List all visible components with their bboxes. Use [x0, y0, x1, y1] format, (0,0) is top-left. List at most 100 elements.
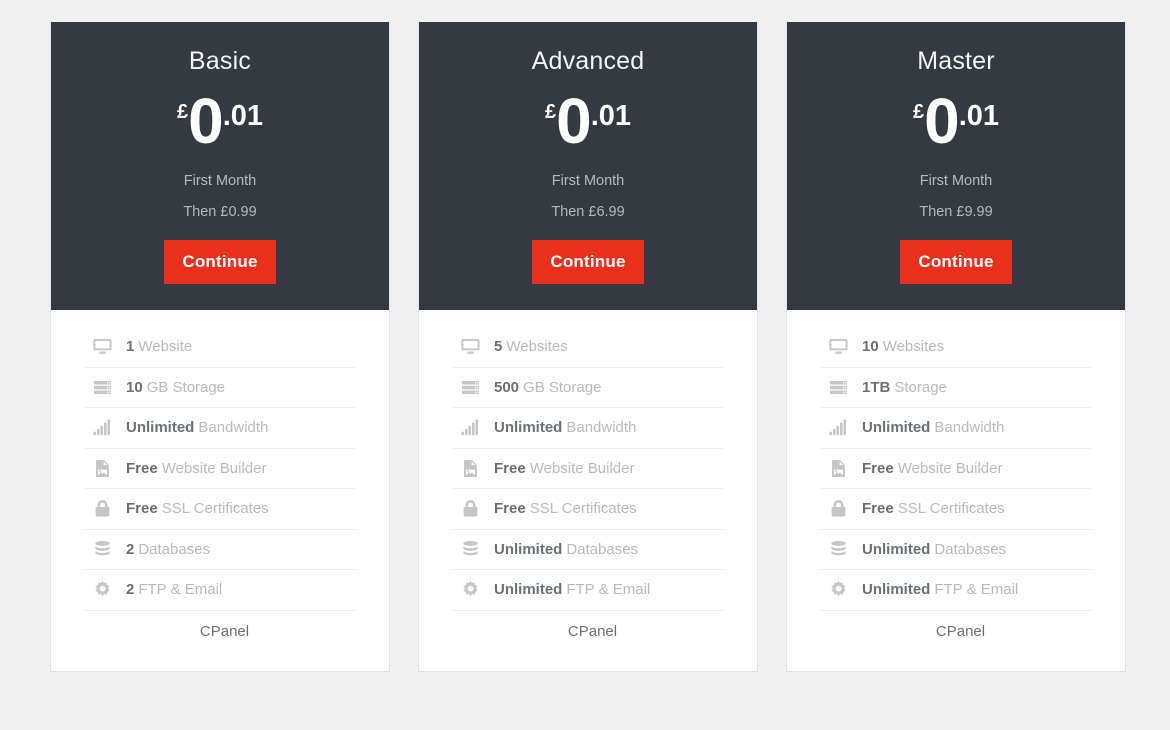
server-icon: [92, 377, 112, 397]
feature-value: Free: [862, 500, 894, 518]
feature-label: Website Builder: [161, 459, 267, 477]
feature-row-footer: CPanel: [83, 611, 357, 653]
feature-row: Free Website Builder: [819, 449, 1093, 489]
continue-button[interactable]: Continue: [164, 240, 276, 284]
feature-value: 1TB: [862, 378, 891, 396]
database-icon: [460, 539, 480, 559]
feature-row: 2 FTP & Email: [83, 570, 357, 611]
feature-text: 500 GB Storage: [494, 379, 601, 396]
feature-value: Unlimited: [494, 581, 563, 599]
feature-label: Website Builder: [897, 459, 1003, 477]
feature-label: Bandwidth: [934, 419, 1005, 437]
feature-label: Website: [138, 338, 193, 356]
monitor-icon: [92, 337, 112, 357]
price-decimal-amount: .01: [222, 100, 264, 132]
feature-text: 2 FTP & Email: [126, 581, 222, 598]
signal-bars-icon: [828, 418, 848, 438]
plan-feature-list: 5 Websites 500 GB Storage Unlimited Bandwid…: [419, 310, 757, 671]
server-icon: [828, 377, 848, 397]
feature-label: Bandwidth: [198, 419, 269, 437]
feature-footer-label: CPanel: [567, 623, 618, 640]
feature-label: FTP & Email: [138, 581, 223, 599]
price-currency: £: [544, 101, 557, 123]
feature-row-footer: CPanel: [819, 611, 1093, 653]
plan-renewal-price: Then £6.99: [551, 204, 625, 220]
feature-row: Unlimited Bandwidth: [83, 408, 357, 449]
feature-text: Free Website Builder: [126, 460, 266, 477]
plan-name: Master: [917, 47, 995, 75]
feature-row: 500 GB Storage: [451, 368, 725, 408]
feature-text: Unlimited Databases: [862, 541, 1006, 558]
plan-feature-list: 10 Websites 1TB Storage Unlimited Bandwidth…: [787, 310, 1125, 671]
price-currency: £: [176, 101, 189, 123]
feature-text: 5 Websites: [494, 338, 568, 355]
plan-header: Master £0.01 First Month Then £9.99 Continue: [787, 22, 1125, 310]
signal-bars-icon: [92, 418, 112, 438]
plan-name: Basic: [188, 47, 252, 75]
feature-value: Unlimited: [494, 419, 563, 437]
feature-value: Unlimited: [862, 419, 931, 437]
feature-value: 1: [126, 338, 135, 356]
plan-price: £0.01: [437, 89, 739, 157]
plan-feature-list: 1 Website 10 GB Storage Unlimited Bandwidth…: [51, 310, 389, 671]
feature-value: Free: [126, 459, 158, 477]
feature-row: Free SSL Certificates: [83, 489, 357, 530]
document-image-icon: [460, 458, 480, 478]
price-decimal-amount: .01: [590, 100, 632, 132]
database-icon: [92, 539, 112, 559]
feature-row: 10 Websites: [819, 327, 1093, 368]
feature-row: 2 Databases: [83, 530, 357, 570]
plan-name: Advanced: [531, 47, 645, 75]
monitor-icon: [460, 337, 480, 357]
feature-label: GB Storage: [146, 378, 226, 396]
feature-label: Websites: [506, 338, 568, 356]
feature-row: 10 GB Storage: [83, 368, 357, 408]
feature-row: Unlimited Databases: [819, 530, 1093, 570]
signal-bars-icon: [460, 418, 480, 438]
gear-icon: [460, 580, 480, 600]
document-image-icon: [92, 458, 112, 478]
feature-value: 10: [862, 338, 879, 356]
continue-button[interactable]: Continue: [900, 240, 1012, 284]
feature-value: Free: [862, 459, 894, 477]
gear-icon: [828, 580, 848, 600]
price-decimal-amount: .01: [958, 100, 1000, 132]
feature-label: GB Storage: [523, 378, 602, 396]
feature-value: 2: [126, 581, 135, 599]
feature-value: 500: [494, 378, 520, 396]
feature-label: Websites: [882, 338, 945, 356]
feature-text: 10 Websites: [862, 338, 944, 355]
feature-label: Databases: [138, 540, 211, 558]
feature-text: Unlimited Databases: [494, 541, 638, 558]
feature-label: SSL Certificates: [161, 500, 269, 518]
feature-row: 5 Websites: [451, 327, 725, 368]
feature-row: Unlimited FTP & Email: [819, 570, 1093, 611]
feature-footer-label: CPanel: [935, 623, 986, 640]
plan-card: Master £0.01 First Month Then £9.99 Continue…: [786, 22, 1126, 672]
feature-row: Free SSL Certificates: [819, 489, 1093, 530]
continue-button[interactable]: Continue: [532, 240, 644, 284]
plan-card: Basic £0.01 First Month Then £0.99 Continue …: [50, 22, 390, 672]
feature-row-footer: CPanel: [451, 611, 725, 653]
feature-label: FTP & Email: [566, 581, 651, 599]
feature-value: Unlimited: [494, 540, 563, 558]
feature-text: 2 Databases: [126, 541, 210, 558]
feature-label: Bandwidth: [566, 419, 637, 437]
feature-value: Unlimited: [862, 581, 931, 599]
pricing-plans-row: Basic £0.01 First Month Then £0.99 Continue …: [0, 0, 1170, 672]
gear-icon: [92, 580, 112, 600]
feature-row: Unlimited FTP & Email: [451, 570, 725, 611]
plan-period: First Month: [551, 173, 625, 189]
plan-renewal-price: Then £9.99: [919, 204, 993, 220]
lock-icon: [92, 499, 112, 519]
feature-value: Free: [494, 500, 526, 518]
feature-label: Databases: [934, 540, 1007, 558]
feature-row: Unlimited Databases: [451, 530, 725, 570]
database-icon: [828, 539, 848, 559]
feature-row: 1TB Storage: [819, 368, 1093, 408]
feature-row: Free Website Builder: [451, 449, 725, 489]
plan-header: Basic £0.01 First Month Then £0.99 Continue: [51, 22, 389, 310]
lock-icon: [828, 499, 848, 519]
feature-label: Databases: [566, 540, 639, 558]
feature-row: Free SSL Certificates: [451, 489, 725, 530]
